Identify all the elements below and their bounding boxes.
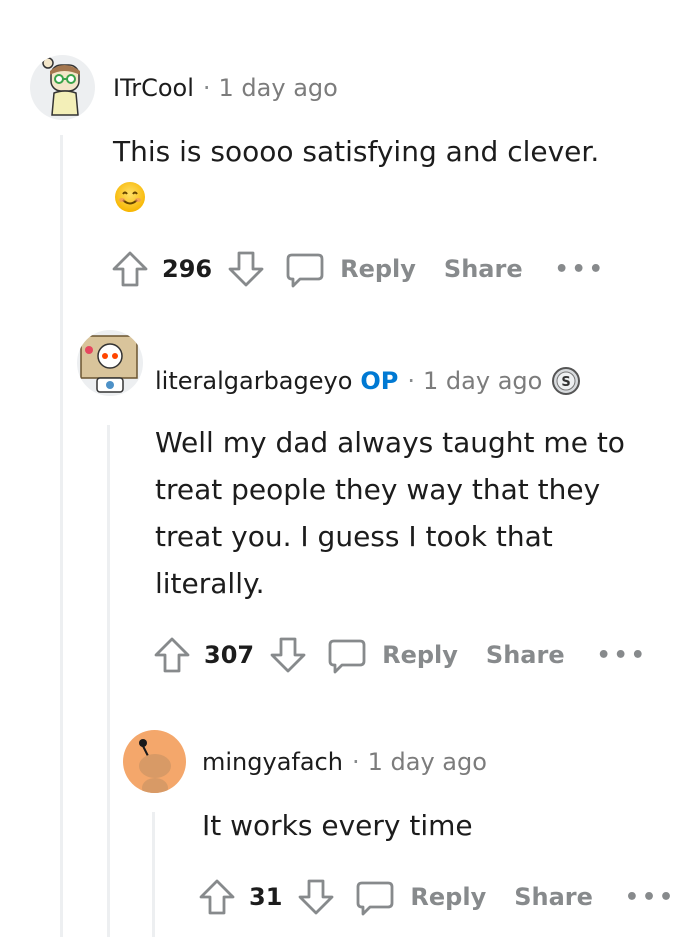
reply-button[interactable]: Reply [326, 635, 458, 675]
smiling-face-emoji [115, 182, 145, 212]
avatar[interactable] [77, 330, 143, 396]
svg-text:S: S [562, 375, 571, 390]
downvote-icon[interactable] [296, 877, 336, 917]
comment-actions: 31 Reply Share ••• [197, 875, 676, 919]
timestamp[interactable]: 1 day ago [368, 748, 487, 776]
comment-meta: ITrCool · 1 day ago [113, 74, 338, 102]
avatar[interactable] [30, 55, 95, 120]
upvote-icon[interactable] [110, 249, 150, 289]
comment-meta: literalgarbageyo OP · 1 day ago S [155, 365, 582, 397]
share-button[interactable]: Share [444, 255, 523, 283]
separator-dot: · [407, 367, 416, 395]
timestamp[interactable]: 1 day ago [219, 74, 338, 102]
thread-line-2[interactable] [107, 425, 110, 937]
comment-body: Well my dad always taught me to treat pe… [155, 426, 625, 600]
comment-actions: 307 Reply Share ••• [152, 633, 648, 677]
reply-label: Reply [382, 641, 458, 669]
upvote-icon[interactable] [152, 635, 192, 675]
comment-bubble-icon [286, 253, 324, 288]
vote-score: 31 [249, 883, 283, 911]
thread-line-1[interactable] [60, 135, 63, 937]
username[interactable]: ITrCool [113, 74, 194, 102]
separator-dot: · [202, 74, 211, 102]
silver-award-icon[interactable]: S [550, 365, 582, 397]
reply-label: Reply [410, 883, 487, 911]
downvote-icon[interactable] [226, 249, 266, 289]
more-options-button[interactable]: ••• [625, 885, 676, 910]
upvote-icon[interactable] [197, 877, 237, 917]
comment-bubble-icon [357, 881, 394, 916]
share-button[interactable]: Share [514, 883, 593, 911]
comment-actions: 296 Reply Share ••• [110, 247, 606, 291]
comment-body: This is soooo satisfying and clever. [113, 135, 600, 168]
more-options-button[interactable]: ••• [597, 643, 648, 668]
separator-dot: · [351, 748, 360, 776]
thread-line-3[interactable] [152, 812, 155, 937]
username[interactable]: mingyafach [202, 748, 343, 776]
reply-button[interactable]: Reply [284, 249, 416, 289]
comment-meta: mingyafach · 1 day ago [202, 748, 487, 776]
reply-label: Reply [340, 255, 416, 283]
timestamp[interactable]: 1 day ago [423, 367, 542, 395]
comment-bubble-icon [328, 639, 366, 674]
comment-body: It works every time [202, 809, 473, 842]
vote-score: 307 [204, 641, 255, 669]
op-badge: OP [360, 367, 399, 395]
avatar[interactable] [123, 730, 186, 793]
downvote-icon[interactable] [268, 635, 308, 675]
vote-score: 296 [162, 255, 213, 283]
reply-button[interactable]: Reply [354, 877, 486, 917]
username[interactable]: literalgarbageyo [155, 367, 352, 395]
share-button[interactable]: Share [486, 641, 565, 669]
more-options-button[interactable]: ••• [555, 257, 606, 282]
